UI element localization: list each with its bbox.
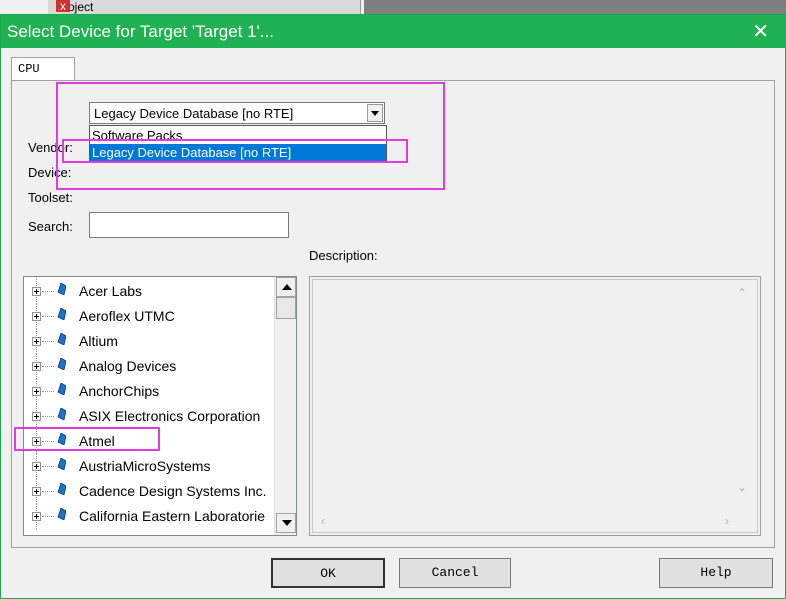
description-box: ⌃ ⌄ ‹ › (309, 276, 761, 536)
vendor-name: Atmel (79, 433, 115, 449)
toolset-label: Toolset: (28, 190, 73, 205)
dropdown-option-legacy-database[interactable]: Legacy Device Database [no RTE] (90, 144, 386, 161)
close-icon[interactable]: ✕ (752, 19, 769, 44)
vendor-tree-item[interactable]: AustriaMicroSystems (24, 454, 274, 479)
expand-icon[interactable] (32, 462, 41, 471)
vendor-chip-icon (57, 283, 66, 295)
expand-icon[interactable] (32, 337, 41, 346)
expand-icon[interactable] (32, 512, 41, 521)
background-editor-strip (364, 0, 786, 14)
vendor-tree-item[interactable]: Analog Devices (24, 354, 274, 379)
scroll-up-chevron-icon[interactable]: ⌃ (737, 286, 747, 300)
vendor-name: Analog Devices (79, 358, 177, 374)
scroll-down-chevron-icon[interactable]: ⌄ (737, 480, 747, 494)
vendor-chip-icon (57, 408, 66, 420)
project-panel-tab[interactable]: Project ❑ x (48, 0, 361, 14)
vendor-name: Acer Labs (79, 283, 143, 299)
vendor-chip-icon (57, 433, 66, 445)
tab-cpu-label: CPU (18, 62, 40, 76)
scroll-thumb[interactable] (276, 297, 296, 319)
tree-connector-line (42, 516, 54, 517)
vendor-name: Aeroflex UTMC (79, 308, 175, 324)
expand-icon[interactable] (32, 487, 41, 496)
tree-connector-line (42, 316, 54, 317)
cancel-button[interactable]: Cancel (399, 558, 511, 588)
chevron-down-icon[interactable] (367, 104, 383, 122)
vendor-name: ASIX Electronics Corporation (79, 408, 261, 424)
dialog-titlebar[interactable]: Select Device for Target 'Target 1'... ✕ (1, 15, 785, 48)
vendor-tree-item[interactable]: Acer Labs (24, 279, 274, 304)
vendor-tree-item[interactable]: Altium (24, 329, 274, 354)
vendor-name: AustriaMicroSystems (79, 458, 211, 474)
device-database-dropdown: Software Packs Legacy Device Database [n… (89, 125, 387, 161)
scroll-left-chevron-icon[interactable]: ‹ (321, 514, 325, 528)
device-label: Device: (28, 165, 72, 180)
search-label: Search: (28, 219, 73, 234)
tree-connector-line (42, 441, 54, 442)
tree-connector-line (42, 341, 54, 342)
tree-connector-line (42, 291, 54, 292)
tree-connector-line (42, 466, 54, 467)
scroll-up-arrow-icon[interactable] (276, 277, 296, 297)
vendor-chip-icon (57, 358, 66, 370)
vendor-tree-item[interactable]: Atmel (24, 429, 274, 454)
vendor-tree-item[interactable]: ASIX Electronics Corporation (24, 404, 274, 429)
vendor-tree-item[interactable]: California Eastern Laboratorie (24, 504, 274, 529)
tree-connector-line (42, 491, 54, 492)
vendor-chip-icon (57, 483, 66, 495)
description-text-area[interactable]: ⌃ ⌄ ‹ › (312, 279, 758, 533)
scroll-down-arrow-icon[interactable] (276, 513, 296, 533)
ok-button[interactable]: OK (271, 558, 385, 588)
vendor-tree[interactable]: California Eastern Laboratorie Cadence De… (23, 276, 297, 536)
dropdown-option-software-packs[interactable]: Software Packs (90, 127, 386, 144)
help-button[interactable]: Help (659, 558, 773, 588)
vendor-label: Vendor: (28, 140, 73, 155)
panel-close-icon[interactable]: x (56, 0, 70, 12)
vendor-name: AnchorChips (79, 383, 160, 399)
vendor-tree-item[interactable]: AnchorChips (24, 379, 274, 404)
vendor-chip-icon (57, 308, 66, 320)
expand-icon[interactable] (32, 362, 41, 371)
expand-icon[interactable] (32, 387, 41, 396)
expand-icon[interactable] (32, 287, 41, 296)
expand-icon[interactable] (32, 312, 41, 321)
device-database-value: Legacy Device Database [no RTE] (94, 106, 294, 121)
select-device-dialog: Select Device for Target 'Target 1'... ✕… (0, 14, 786, 599)
expand-icon[interactable] (32, 437, 41, 446)
vendor-chip-icon (57, 508, 66, 520)
vendor-chip-icon (57, 458, 66, 470)
tab-cpu[interactable]: CPU (11, 57, 75, 82)
vendor-name: California Eastern Laboratorie (79, 508, 265, 524)
search-input[interactable] (89, 212, 289, 238)
dialog-title: Select Device for Target 'Target 1'... (7, 22, 274, 41)
expand-icon[interactable] (32, 412, 41, 421)
description-label: Description: (309, 248, 378, 263)
vendor-chip-icon (57, 333, 66, 345)
vendor-tree-item[interactable]: Cadence Design Systems Inc. (24, 479, 274, 504)
tree-connector-line (42, 391, 54, 392)
tree-connector-line (42, 416, 54, 417)
vendor-tree-item[interactable]: Aeroflex UTMC (24, 304, 274, 329)
tree-connector-line (42, 366, 54, 367)
vendor-name: Altium (79, 333, 118, 349)
vendor-chip-icon (57, 383, 66, 395)
device-database-select[interactable]: Legacy Device Database [no RTE] (89, 102, 385, 124)
vendor-name: Cadence Design Systems Inc. (79, 483, 267, 499)
scroll-right-chevron-icon[interactable]: › (725, 514, 729, 528)
vendor-tree-scrollbar[interactable] (274, 277, 296, 535)
